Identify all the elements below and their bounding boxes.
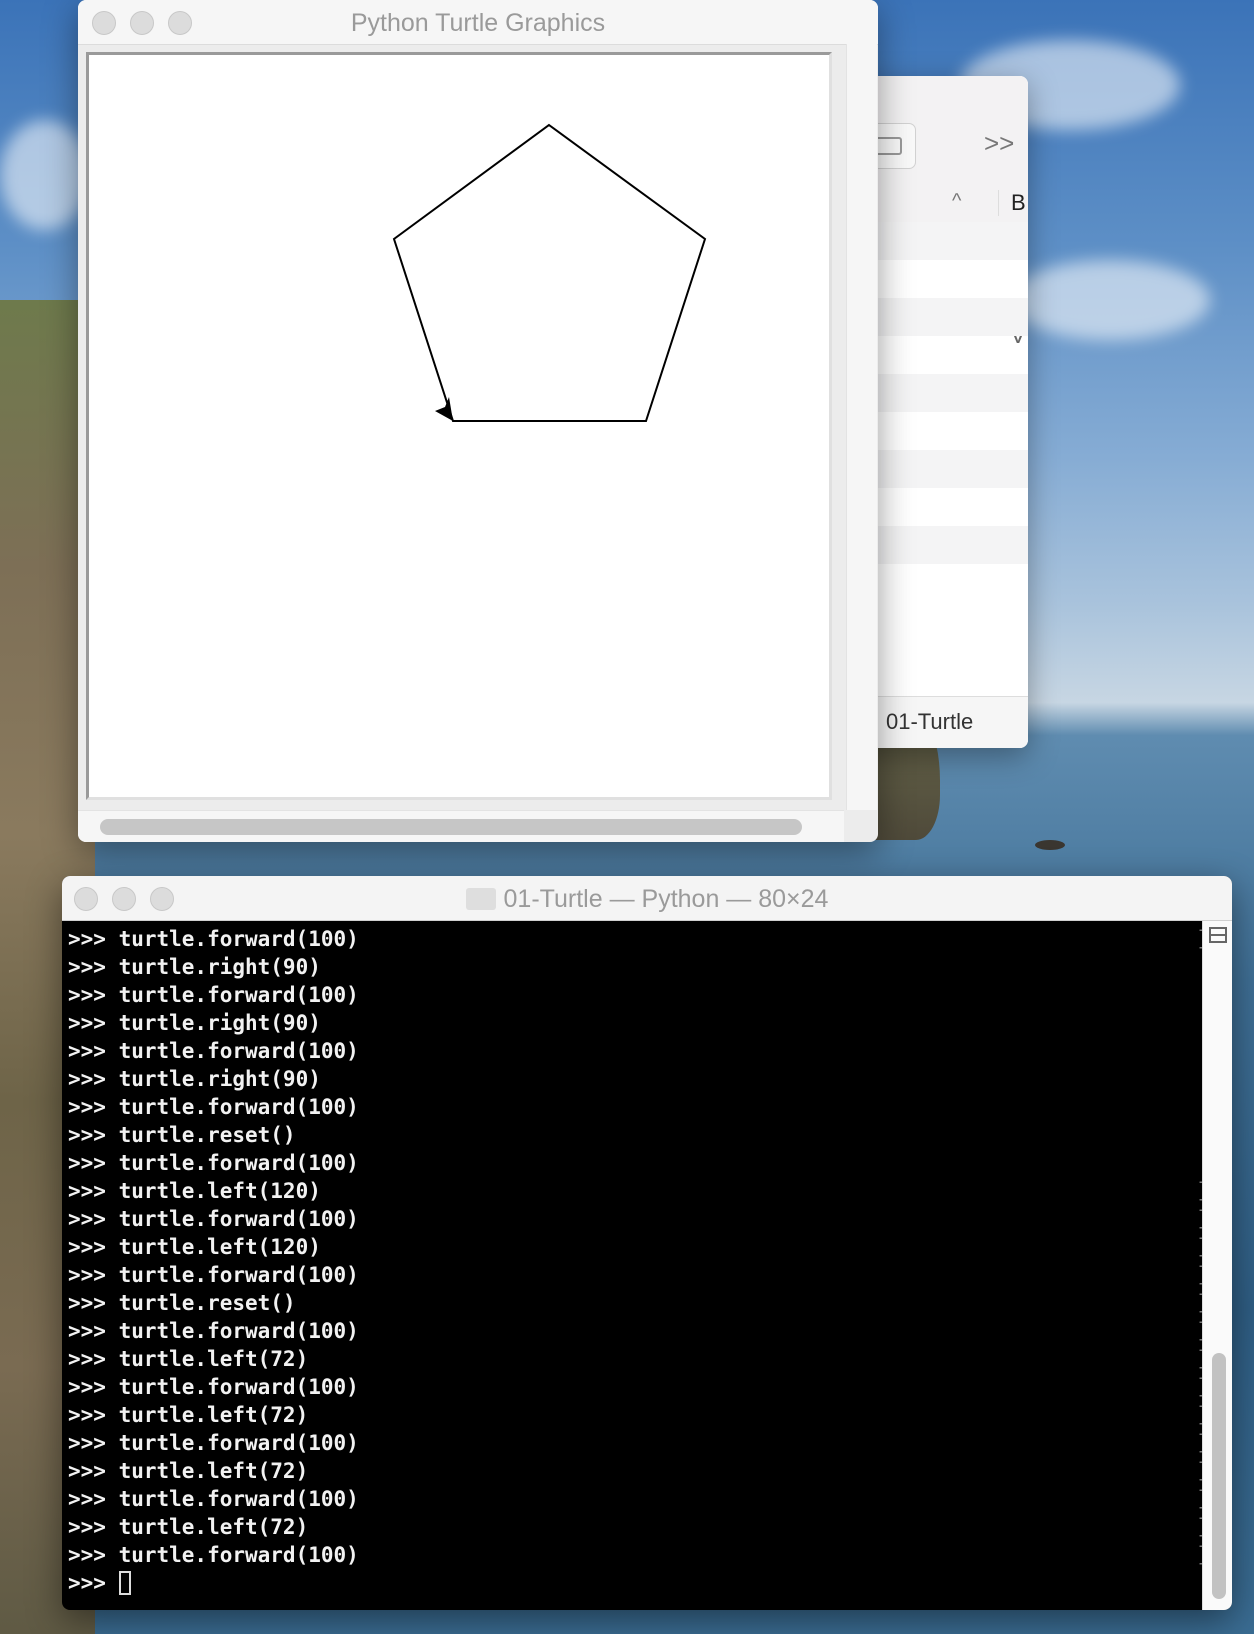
- terminal-line-text: >>> turtle.forward(100): [68, 1431, 359, 1455]
- terminal-line-text: >>> turtle.forward(100): [68, 1319, 359, 1343]
- terminal-prompt: >>>: [68, 1571, 119, 1595]
- text-cursor[interactable]: [118, 1571, 131, 1595]
- terminal-line: >>> turtle.forward(100)]: [68, 1485, 1209, 1513]
- terminal-line: >>> turtle.reset()]: [68, 1289, 1209, 1317]
- terminal-line-text: >>> turtle.forward(100): [68, 1207, 359, 1231]
- terminal-line: >>> turtle.left(72)]: [68, 1345, 1209, 1373]
- terminal-line: >>> turtle.forward(100): [68, 1037, 1202, 1065]
- terminal-line: >>> turtle.forward(100)]: [68, 1261, 1209, 1289]
- terminal-line: >>> turtle.left(72)]: [68, 1401, 1209, 1429]
- terminal-line-text: >>> turtle.forward(100): [68, 1039, 359, 1063]
- double-chevron-icon[interactable]: >>: [984, 128, 1014, 159]
- terminal-line: >>> turtle.left(72)]: [68, 1457, 1209, 1485]
- terminal-line-text: >>> turtle.reset(): [68, 1291, 296, 1315]
- terminal-line-text: >>> turtle.forward(100): [68, 983, 359, 1007]
- terminal-line-text: >>> turtle.forward(100): [68, 1487, 359, 1511]
- terminal-line: >>> turtle.forward(100)]: [68, 1541, 1209, 1569]
- terminal-line-text: >>> turtle.left(120): [68, 1235, 321, 1259]
- terminal-line-text: >>> turtle.left(72): [68, 1403, 309, 1427]
- terminal-line-text: >>> turtle.forward(100): [68, 1151, 359, 1175]
- terminal-line-text: >>> turtle.left(72): [68, 1347, 309, 1371]
- terminal-line: >>> turtle.left(120)]: [68, 1233, 1209, 1261]
- terminal-line: >>> turtle.left(120)]: [68, 1177, 1209, 1205]
- terminal-line: >>> turtle.forward(100)]: [68, 925, 1209, 953]
- terminal-line-text: >>> turtle.reset(): [68, 1123, 296, 1147]
- terminal-title: 01-Turtle — Python — 80×24: [62, 885, 1232, 914]
- terminal-line-text: >>> turtle.forward(100): [68, 927, 359, 951]
- terminal-line: >>> turtle.right(90): [68, 1065, 1202, 1093]
- folder-icon: [465, 888, 496, 910]
- terminal-prompt-line[interactable]: >>>: [68, 1569, 1202, 1597]
- terminal-line: >>> turtle.reset(): [68, 1121, 1202, 1149]
- path-folder-label[interactable]: 01-Turtle: [886, 709, 973, 735]
- turtle-canvas[interactable]: [86, 52, 832, 800]
- split-pane-icon[interactable]: [1209, 927, 1227, 943]
- desktop-rock: [1035, 840, 1065, 850]
- arrow-cursor-icon: [435, 397, 453, 421]
- terminal-title-text: 01-Turtle — Python — 80×24: [503, 885, 829, 913]
- desktop-cloud: [0, 120, 90, 230]
- terminal-line-text: >>> turtle.right(90): [68, 1011, 321, 1035]
- terminal-line: >>> turtle.right(90): [68, 953, 1202, 981]
- terminal-line-text: >>> turtle.left(72): [68, 1515, 309, 1539]
- terminal-line: >>> turtle.right(90): [68, 1009, 1202, 1037]
- horizontal-scroll-thumb[interactable]: [100, 819, 802, 835]
- terminal-line: >>> turtle.forward(100): [68, 1093, 1202, 1121]
- terminal-line: >>> turtle.forward(100)]: [68, 1373, 1209, 1401]
- terminal-line: >>> turtle.forward(100)]: [68, 1317, 1209, 1345]
- turtle-drawing: [392, 123, 707, 422]
- terminal-line: >>> turtle.forward(100)]: [68, 1205, 1209, 1233]
- terminal-line-text: >>> turtle.left(72): [68, 1459, 309, 1483]
- terminal-line-text: >>> turtle.right(90): [68, 955, 321, 979]
- turtle-graphics-window[interactable]: Python Turtle Graphics: [78, 0, 878, 842]
- desktop-cloud: [1010, 260, 1210, 340]
- terminal-scrollbar[interactable]: [1202, 921, 1232, 1610]
- terminal-line-text: >>> turtle.forward(100): [68, 1263, 359, 1287]
- terminal-scroll-thumb[interactable]: [1212, 1353, 1226, 1599]
- turtle-titlebar[interactable]: Python Turtle Graphics: [78, 0, 878, 45]
- terminal-line-text: >>> turtle.left(120): [68, 1179, 321, 1203]
- terminal-titlebar[interactable]: 01-Turtle — Python — 80×24: [62, 876, 1232, 921]
- terminal-output[interactable]: >>> turtle.forward(100)]>>> turtle.right…: [62, 921, 1209, 1610]
- terminal-line: >>> turtle.forward(100)]: [68, 1429, 1209, 1457]
- terminal-line-text: >>> turtle.right(90): [68, 1067, 321, 1091]
- chevron-up-icon[interactable]: ^: [952, 190, 961, 213]
- pentagon-shape: [392, 123, 707, 422]
- terminal-line: >>> turtle.left(72)]: [68, 1513, 1209, 1541]
- window-title: Python Turtle Graphics: [350, 9, 606, 37]
- terminal-line: >>> turtle.forward(100): [68, 981, 1202, 1009]
- terminal-line-text: >>> turtle.forward(100): [68, 1095, 359, 1119]
- vertical-scrollbar[interactable]: [846, 44, 877, 810]
- terminal-window[interactable]: 01-Turtle — Python — 80×24 >>> turtle.fo…: [62, 876, 1232, 1610]
- terminal-line: >>> turtle.forward(100): [68, 1149, 1202, 1177]
- terminal-line-text: >>> turtle.forward(100): [68, 1543, 359, 1567]
- finder-column-name[interactable]: B: [998, 190, 1026, 216]
- horizontal-scrollbar[interactable]: [78, 810, 844, 842]
- terminal-line-text: >>> turtle.forward(100): [68, 1375, 359, 1399]
